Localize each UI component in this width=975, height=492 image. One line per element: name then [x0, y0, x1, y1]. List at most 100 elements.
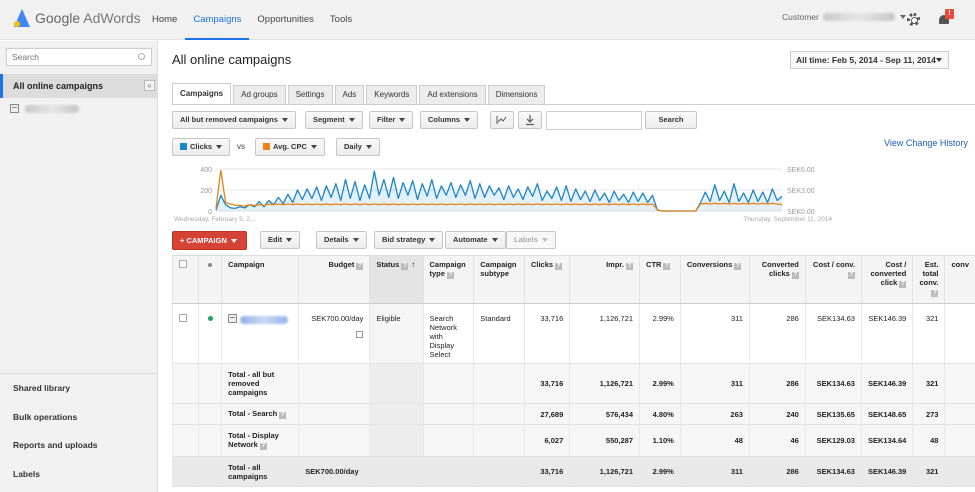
select-all-checkbox[interactable] — [179, 260, 187, 268]
col-cost-converted-click[interactable]: Cost / converted click? — [860, 255, 913, 304]
col-conversions[interactable]: Conversions? — [679, 255, 750, 304]
main-content: All online campaigns All time: Feb 5, 20… — [159, 41, 975, 492]
help-icon[interactable]: ? — [446, 272, 454, 279]
y-left-tick-label: 400 — [200, 167, 212, 174]
details-dropdown[interactable]: Details — [316, 231, 367, 249]
chevron-down-icon — [464, 118, 471, 123]
search-icon[interactable] — [138, 53, 145, 60]
tab-ads[interactable]: Ads — [334, 85, 365, 105]
row-cost-converted-click-cell: SEK146.39 — [860, 303, 913, 364]
customer-id-redacted — [822, 13, 895, 21]
tab-settings[interactable]: Settings — [287, 85, 333, 105]
col-campaign-subtype[interactable]: Campaign subtype — [473, 255, 525, 304]
help-icon[interactable]: ? — [555, 263, 563, 270]
campaign-scope-dropdown[interactable]: All but removed campaigns — [172, 111, 296, 129]
help-icon[interactable]: ? — [734, 263, 742, 270]
col-clicks[interactable]: Clicks? — [523, 255, 570, 304]
gear-icon[interactable] — [907, 13, 920, 26]
bid-strategy-dropdown[interactable]: Bid strategy — [374, 231, 444, 249]
grand-total-label: Total - all campaigns — [221, 456, 299, 487]
help-icon[interactable]: ? — [899, 281, 907, 288]
row-converted-clicks-cell: 286 — [748, 303, 806, 364]
tab-keywords[interactable]: Keywords — [366, 85, 418, 105]
sidebar-search — [6, 48, 152, 66]
sidebar-item-reports-uploads[interactable]: Reports and uploads — [0, 431, 158, 460]
help-icon[interactable]: ? — [931, 290, 939, 297]
total-cost-converted-click: SEK148.65 — [860, 403, 913, 425]
campaign-name-redacted[interactable] — [240, 316, 289, 325]
automate-dropdown[interactable]: Automate — [445, 231, 506, 249]
nav-opportunities[interactable]: Opportunities — [249, 0, 322, 40]
help-icon[interactable]: ? — [401, 263, 409, 270]
collapse-sidebar-icon[interactable]: « — [144, 80, 155, 91]
enabled-status-dot[interactable] — [207, 316, 213, 321]
col-converted-clicks[interactable]: Converted clicks? — [748, 255, 806, 304]
segment-label: Segment — [313, 115, 345, 124]
col-ctr-label: CTR — [646, 260, 662, 269]
nav-home[interactable]: Home — [144, 0, 185, 40]
col-cut-off[interactable]: conv — [944, 255, 975, 304]
col-ctr[interactable]: CTR? — [639, 255, 681, 304]
metric2-dropdown[interactable]: Avg. CPC — [255, 138, 325, 156]
segment-dropdown[interactable]: Segment — [305, 111, 363, 129]
notification-bell-icon[interactable]: ! — [938, 9, 954, 26]
chart-toggle-button[interactable] — [490, 111, 514, 129]
sidebar-search-input[interactable] — [7, 49, 127, 65]
col-campaign[interactable]: Campaign — [221, 255, 299, 304]
col-est-total-conv[interactable]: Est. total conv.? — [912, 255, 945, 304]
tab-campaigns[interactable]: Campaigns — [172, 83, 232, 105]
filter-dropdown[interactable]: Filter — [369, 111, 414, 129]
sidebar-item-all-online-campaigns[interactable]: All online campaigns « — [0, 74, 158, 98]
row-checkbox[interactable] — [179, 314, 187, 322]
columns-dropdown[interactable]: Columns — [420, 111, 479, 129]
col-campaign-type[interactable]: Campaign type? — [422, 255, 474, 304]
help-icon[interactable]: ? — [663, 263, 671, 270]
metric1-dropdown[interactable]: Clicks — [172, 138, 231, 156]
nav-tools[interactable]: Tools — [322, 0, 360, 40]
col-impr[interactable]: Impr.? — [569, 255, 640, 304]
tab-ad-groups[interactable]: Ad groups — [233, 85, 286, 105]
adwords-logo[interactable]: Google AdWords — [14, 9, 141, 27]
col-budget[interactable]: Budget? — [298, 255, 370, 304]
nav-campaigns[interactable]: Campaigns — [185, 0, 250, 40]
col-status[interactable]: Status? ↑ — [369, 255, 423, 304]
grand-total-cost-converted-click: SEK146.39 — [860, 456, 913, 487]
campaign-scope-label: All but removed campaigns — [180, 115, 278, 124]
automate-label: Automate — [453, 235, 488, 244]
help-icon[interactable]: ? — [356, 263, 364, 270]
help-icon[interactable]: ? — [626, 263, 634, 270]
date-range-selector[interactable]: All time: Feb 5, 2014 - Sep 11, 2014 — [790, 51, 949, 69]
total-cost-conv: SEK134.63 — [804, 363, 862, 404]
edit-dropdown[interactable]: Edit — [260, 231, 301, 249]
edit-budget-icon[interactable] — [356, 331, 364, 338]
logo-product-text: AdWords — [83, 10, 141, 26]
sidebar-item-labels[interactable]: Labels — [0, 460, 158, 489]
help-icon[interactable]: ? — [847, 272, 855, 279]
row-budget-cell: SEK700.00/day — [298, 303, 370, 364]
customer-selector[interactable]: Customer — [782, 12, 906, 22]
total-conversions: 48 — [679, 424, 750, 457]
help-icon[interactable]: ? — [791, 272, 799, 279]
total-conversions: 311 — [679, 363, 750, 404]
row-status-dot-cell — [198, 303, 222, 364]
tab-dimensions[interactable]: Dimensions — [487, 85, 546, 105]
help-icon[interactable]: ? — [259, 443, 267, 450]
table-search-input[interactable] — [546, 111, 642, 130]
tab-ad-extensions[interactable]: Ad extensions — [419, 85, 486, 105]
view-change-history-link[interactable]: View Change History — [884, 138, 968, 148]
sidebar-item-bulk-operations[interactable]: Bulk operations — [0, 403, 158, 432]
campaign-icon — [10, 104, 19, 113]
sidebar-item-shared-library[interactable]: Shared library — [0, 374, 158, 403]
help-icon[interactable]: ? — [279, 412, 287, 419]
table-row[interactable]: SEK700.00/day Eligible Search Network wi… — [171, 303, 975, 364]
chevron-down-icon — [281, 118, 288, 123]
add-campaign-button[interactable]: + CAMPAIGN — [172, 231, 247, 250]
sidebar-item-campaign[interactable] — [10, 104, 79, 113]
interval-dropdown[interactable]: Daily — [336, 138, 380, 156]
col-cost-conv[interactable]: Cost / conv.? — [804, 255, 862, 304]
download-button[interactable] — [518, 111, 542, 129]
table-search-button[interactable]: Search — [645, 111, 697, 129]
filter-label: Filter — [377, 115, 396, 124]
row-status-cell: Eligible — [369, 303, 423, 364]
y-left-tick-label: 0 — [208, 209, 212, 216]
